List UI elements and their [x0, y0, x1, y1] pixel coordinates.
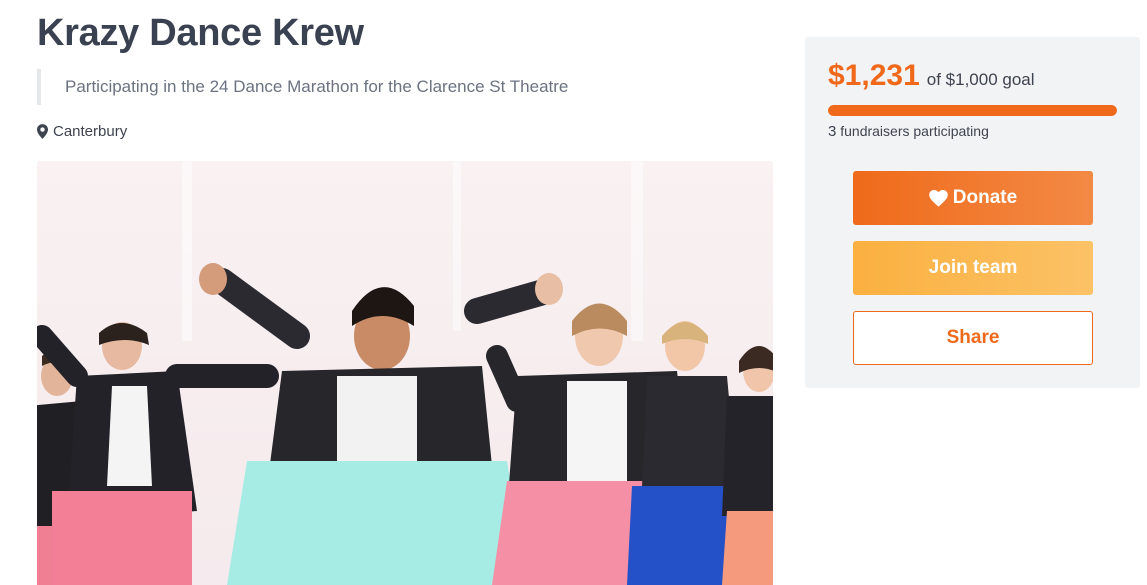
share-button[interactable]: Share — [853, 311, 1093, 365]
fundraisers-label: fundraisers participating — [840, 123, 989, 139]
donation-panel: $1,231 of $1,000 goal 3 fundraisers part… — [805, 37, 1140, 388]
team-description: Participating in the 24 Dance Marathon f… — [37, 69, 568, 105]
fundraisers-count: 3 fundraisers participating — [828, 123, 989, 140]
progress-bar-fill — [828, 105, 1117, 116]
page-title: Krazy Dance Krew — [37, 12, 364, 54]
join-team-button[interactable]: Join team — [853, 241, 1093, 295]
goal-text: of $1,000 goal — [926, 70, 1035, 89]
donate-label: Donate — [952, 187, 1018, 208]
donate-button[interactable]: Donate — [853, 171, 1093, 225]
fundraisers-number: 3 — [828, 123, 837, 140]
location-label: Canterbury — [53, 123, 128, 140]
amount-raised-row: $1,231 of $1,000 goal — [828, 59, 1035, 93]
heart-icon — [929, 189, 948, 207]
team-description-text: Participating in the 24 Dance Marathon f… — [65, 77, 569, 96]
hero-image — [37, 161, 773, 585]
map-marker-icon — [37, 124, 48, 139]
fundraising-page: Krazy Dance Krew Participating in the 24… — [0, 0, 1147, 585]
share-label: Share — [946, 327, 1000, 348]
amount-raised: $1,231 — [828, 59, 920, 92]
join-team-label: Join team — [928, 257, 1018, 278]
location: Canterbury — [37, 123, 127, 140]
progress-bar — [828, 105, 1117, 116]
